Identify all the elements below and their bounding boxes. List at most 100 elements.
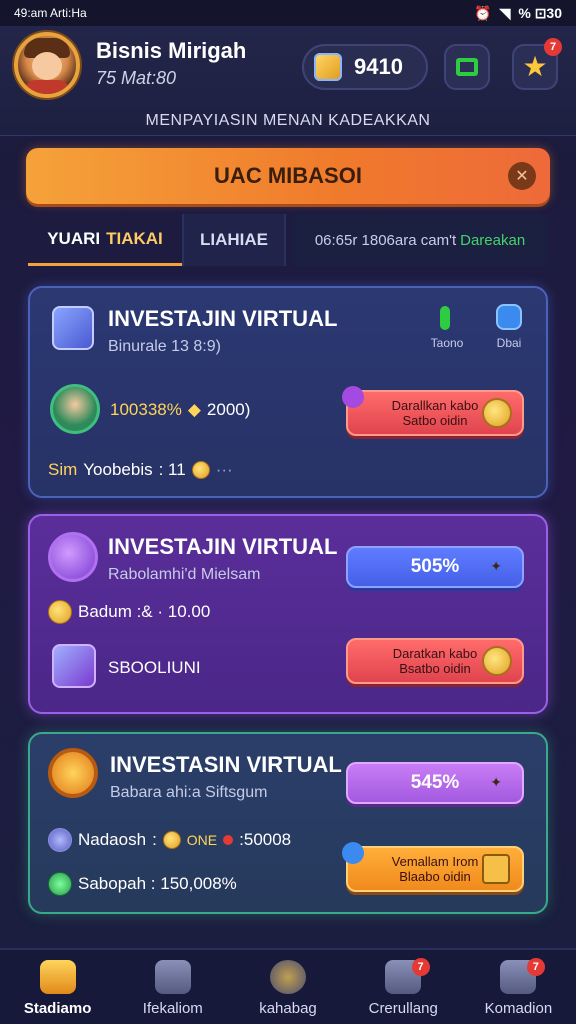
balance-row: Badum :& · 10.00 [48, 600, 210, 624]
yield-label: Nadaosh [78, 830, 147, 849]
investment-card-3[interactable]: INVESTASIN VIRTUAL Babara ahi:a Siftsgum… [28, 732, 548, 914]
alarm-icon: ⏰ [474, 4, 492, 21]
card-subtitle: Babara ahi:a Siftsgum [110, 784, 268, 801]
wifi-icon: ◥ [499, 4, 511, 21]
wallet-button[interactable] [444, 44, 490, 90]
total-text: Sabopah : 150,008% [78, 874, 237, 893]
total-row: Sabopah : 150,008% [48, 872, 237, 896]
icon-label: Taono [430, 336, 464, 350]
notification-badge: 7 [544, 38, 562, 56]
tab-liahiae[interactable]: LIAHIAE [182, 214, 286, 266]
tab-yuari-tiakai[interactable]: YUARI TIAKAI [28, 214, 182, 266]
banner-button[interactable]: UAC MIBASOI ✕ [26, 148, 550, 204]
tag-icon [342, 386, 364, 408]
footer-row: Sim : 11 Yoobebis : 11 ··· [48, 460, 233, 480]
tab-label-green: Dareakan [460, 231, 526, 249]
banner-label: UAC MIBASOI [214, 163, 362, 188]
nav-item-profile[interactable]: 7 Komadion [461, 950, 576, 1024]
nav-label: Komadion [484, 1000, 553, 1017]
plane-icon [48, 828, 72, 852]
coin-icon [48, 600, 72, 624]
chest-icon [482, 854, 510, 884]
up-arrow-icon: ◆ [187, 400, 201, 419]
page-subtitle: MENPAYIASIN MENAN KADEAKKAN [145, 112, 431, 129]
sword-icon [52, 644, 96, 688]
invest-button-1[interactable]: Darallkan kabo Satbo oidin [342, 386, 524, 436]
nav-label: Crerullang [368, 1000, 438, 1017]
status-icons: ⏰ ◥ % ⊡30 [474, 5, 562, 22]
tag-icon [342, 842, 364, 864]
invest-button-label: Daratkan kabo Bsatbo oidin [392, 646, 478, 676]
status-time: 49:am Arti:Ha [14, 6, 87, 20]
ellipsis-icon: ··· [215, 460, 233, 479]
tab-dareakan[interactable]: 06:65r 1806ara cam't Dareakan [292, 214, 548, 266]
shield-check-icon[interactable] [496, 304, 522, 330]
investor-avatar [50, 384, 100, 434]
nav-item-house[interactable]: Ifekaliom [115, 950, 230, 1024]
user-subtitle: 75 Mat:80 [96, 68, 177, 88]
investment-card-1[interactable]: INVESTAJIN VIRTUAL Binurale 13 8:9) Taon… [28, 286, 548, 498]
invest-button-3[interactable]: Vemallam Irom Blaabo oidin [342, 842, 524, 892]
rate-button[interactable]: 545% ✦ [346, 762, 524, 804]
globe-icon [48, 872, 72, 896]
coin-icon [270, 960, 306, 994]
nav-label: Ifekaliom [142, 1000, 203, 1017]
yield-row: Nadaosh : ONE :50008 [48, 828, 291, 852]
battery-text: % ⊡30 [518, 4, 562, 21]
card-title: INVESTAJIN VIRTUAL [108, 306, 338, 331]
coin-balance[interactable]: 9410 [302, 44, 428, 90]
item-name: SBOOLIUNI [108, 658, 201, 677]
invest-button-label: Vemallam Irom Blaabo oidin [391, 854, 479, 884]
tab-label: YUARI [47, 228, 101, 248]
house-icon [154, 960, 191, 994]
tools-icon[interactable]: ✕ [508, 162, 536, 190]
footer-name: Yoobebis [83, 460, 153, 479]
card-title: INVESTASIN VIRTUAL [110, 752, 342, 777]
rate-value: 505% [410, 556, 460, 577]
star-button[interactable]: ★ 7 [512, 38, 562, 90]
investment-card-2[interactable]: INVESTAJIN VIRTUAL Rabolamhi'd Mielsam 5… [28, 514, 548, 714]
document-icon [52, 306, 94, 350]
yield-value: :50008 [239, 830, 292, 849]
return-value: 100338% [110, 400, 182, 419]
footer-label: Sim [48, 460, 78, 479]
coin-icon [482, 398, 512, 428]
card-title: INVESTAJIN VIRTUAL [108, 534, 338, 559]
card-subtitle: Rabolamhi'd Mielsam [108, 566, 261, 583]
yield-mid: ONE [186, 832, 218, 848]
icon-label: Dbai [496, 336, 522, 350]
coin-icon [191, 461, 210, 479]
footer-value: : 11 [158, 460, 186, 479]
coin-icon [162, 831, 181, 849]
nav-item-coin[interactable]: kahabag [230, 950, 345, 1024]
rate-value: 545% [410, 772, 460, 793]
coin-bag-icon [314, 53, 342, 81]
balance-text: Badum :& · 10.00 [78, 602, 211, 621]
tab-label-accent: TIAKAI [106, 228, 163, 248]
coin-icon [482, 646, 512, 676]
magic-orb-icon [48, 532, 98, 582]
tab-label: 06:65r 1806ara cam't [314, 231, 457, 249]
gear-coin-icon [48, 748, 98, 798]
item-row: SBOOLIUNI [108, 658, 201, 678]
invest-button-2[interactable]: Daratkan kabo Bsatbo oidin [346, 638, 524, 684]
card-subtitle: Binurale 13 8:9) [108, 338, 221, 355]
nav-badge: 7 [526, 958, 545, 976]
nav-label: kahabag [259, 1000, 317, 1017]
coin-value: 9410 [354, 54, 403, 79]
return-extra: 2000) [206, 400, 251, 419]
avatar[interactable] [14, 32, 80, 98]
nav-badge: 7 [411, 958, 430, 976]
return-row: 100338% ◆ 2000) [110, 400, 250, 420]
wallet-icon [456, 58, 478, 76]
nav-label: Stadiamo [23, 1000, 92, 1017]
signal-icon [440, 306, 450, 330]
nav-item-home[interactable]: Stadiamo [0, 950, 115, 1024]
red-dot-icon [223, 835, 234, 845]
nav-item-cart[interactable]: 7 Crerullang [346, 950, 461, 1024]
bottom-nav: Stadiamo Ifekaliom kahabag 7 Crerullang … [0, 948, 576, 1024]
arrow-icon: ✦ [490, 558, 502, 574]
status-bar: 49:am Arti:Ha ⏰ ◥ % ⊡30 [0, 0, 576, 26]
rate-button[interactable]: 505% ✦ [346, 546, 524, 588]
invest-button-label: Darallkan kabo Satbo oidin [391, 398, 479, 428]
